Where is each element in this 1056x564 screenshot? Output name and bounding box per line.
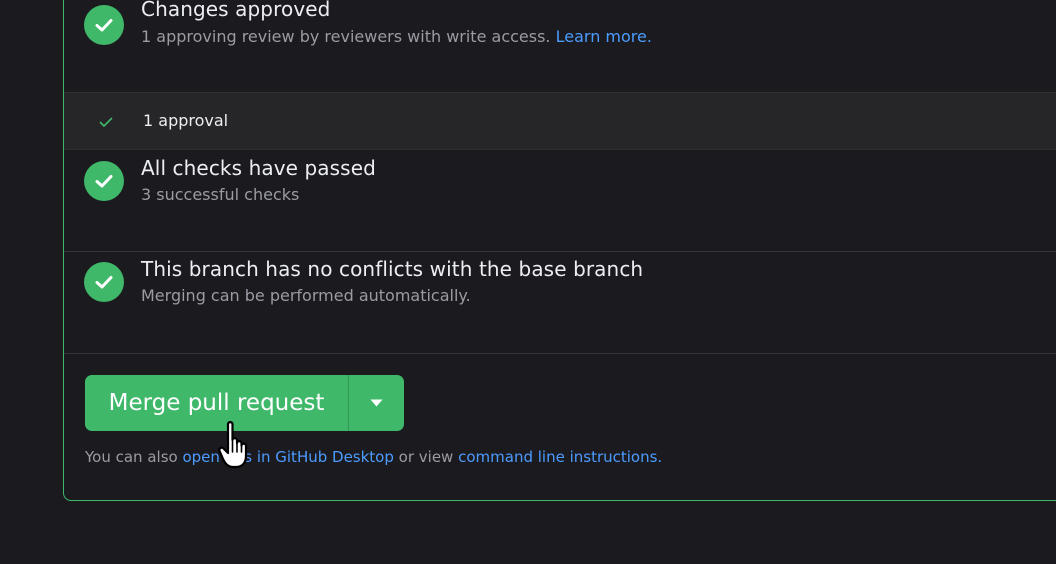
merge-pull-request-button[interactable]: Merge pull request [85, 375, 348, 431]
changes-approved-title: Changes approved [141, 0, 331, 21]
merge-box-panel: Changes approved 1 approving review by r… [63, 0, 1056, 501]
hand-pointer-cursor-icon [218, 421, 248, 469]
no-conflicts-subtitle: Merging can be performed automatically. [141, 286, 471, 305]
footer-prefix: You can also [85, 448, 178, 466]
caret-down-icon [370, 399, 383, 407]
checks-passed-section: All checks have passed 3 successful chec… [64, 150, 1056, 252]
approved-subtitle-text: 1 approving review by reviewers with wri… [141, 27, 551, 46]
check-circle-icon [84, 161, 124, 201]
merge-options-dropdown[interactable] [349, 375, 404, 431]
approval-row[interactable]: 1 approval [64, 92, 1056, 150]
check-circle-icon [84, 262, 124, 302]
learn-more-link[interactable]: Learn more. [556, 27, 652, 46]
checks-passed-subtitle: 3 successful checks [141, 185, 300, 204]
open-github-desktop-link[interactable]: open this in GitHub Desktop [182, 448, 393, 466]
check-circle-icon [84, 5, 124, 45]
no-conflicts-title: This branch has no conflicts with the ba… [141, 257, 644, 281]
command-line-instructions-link[interactable]: command line instructions. [458, 448, 662, 466]
check-icon [99, 117, 113, 127]
no-conflicts-section: This branch has no conflicts with the ba… [64, 252, 1056, 354]
footer-middle: or view [398, 448, 454, 466]
approval-count-label: 1 approval [143, 111, 229, 130]
merge-footer-note: You can also open this in GitHub Desktop… [85, 448, 662, 466]
changes-approved-section: Changes approved 1 approving review by r… [64, 0, 1056, 72]
checks-passed-title: All checks have passed [141, 156, 376, 180]
changes-approved-subtitle: 1 approving review by reviewers with wri… [141, 27, 652, 46]
